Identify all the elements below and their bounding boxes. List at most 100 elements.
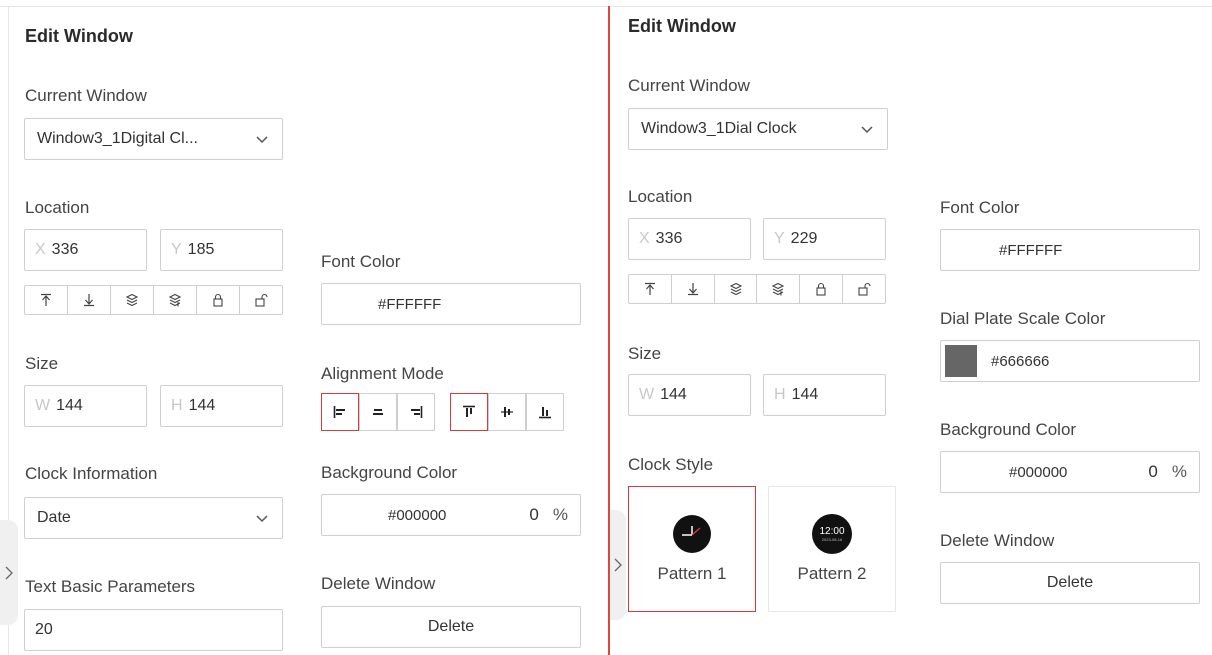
y-prefix: Y xyxy=(774,230,785,247)
size-label: Size xyxy=(25,354,59,373)
h-stepper[interactable] xyxy=(256,397,272,415)
clock-information-value: Date xyxy=(37,509,71,526)
chevron-down-icon xyxy=(254,131,270,147)
send-backward-icon[interactable] xyxy=(757,275,801,303)
lock-icon[interactable] xyxy=(197,286,240,314)
lock-icon[interactable] xyxy=(800,275,844,303)
align-bottom-button[interactable] xyxy=(526,393,564,431)
h-prefix: H xyxy=(774,386,786,403)
opacity-unit: % xyxy=(1171,462,1187,481)
font-color-label: Font Color xyxy=(940,198,1020,217)
clock-information-select[interactable]: Date xyxy=(24,497,283,539)
current-window-select[interactable]: Window3_1Dial Clock xyxy=(628,108,888,150)
background-color-input[interactable]: #000000 0 % xyxy=(940,451,1200,493)
size-h-input[interactable]: H 144 xyxy=(160,385,283,427)
background-color-input[interactable]: #000000 0 % xyxy=(321,494,581,536)
chevron-down-icon xyxy=(859,121,875,137)
font-color-value: #FFFFFF xyxy=(999,241,1063,259)
current-window-select[interactable]: Window3_1Digital Cl... xyxy=(24,118,283,160)
w-stepper[interactable] xyxy=(120,397,136,415)
background-color-value: #000000 xyxy=(388,506,447,524)
location-label: Location xyxy=(628,187,693,206)
bring-forward-icon[interactable] xyxy=(111,286,154,314)
current-window-label: Current Window xyxy=(25,86,147,105)
text-basic-parameters-label: Text Basic Parameters xyxy=(25,577,196,596)
background-color-value: #000000 xyxy=(1009,463,1068,481)
analog-clock-icon xyxy=(673,515,711,553)
background-color-label: Background Color xyxy=(321,463,458,482)
size-h-input[interactable]: H 144 xyxy=(763,374,886,416)
current-window-label: Current Window xyxy=(628,76,750,95)
y-stepper[interactable] xyxy=(859,230,875,248)
font-color-input[interactable]: #FFFFFF xyxy=(321,283,581,325)
x-stepper[interactable] xyxy=(120,241,136,259)
size-w-input[interactable]: W 144 xyxy=(24,385,147,427)
location-y-input[interactable]: Y 185 xyxy=(160,229,283,271)
current-window-value: Window3_1Digital Cl... xyxy=(37,130,198,147)
pattern-1-label: Pattern 1 xyxy=(657,564,727,583)
chevron-right-icon xyxy=(614,558,622,572)
size-w-input[interactable]: W 144 xyxy=(628,374,751,416)
layer-toolbar xyxy=(24,285,283,315)
h-stepper[interactable] xyxy=(859,386,875,404)
x-value: 336 xyxy=(51,241,79,258)
w-value: 144 xyxy=(660,386,687,403)
x-prefix: X xyxy=(639,230,650,247)
top-border xyxy=(0,6,1212,7)
page-title: Edit Window xyxy=(628,16,736,36)
align-left-button[interactable] xyxy=(321,393,359,431)
clock-information-label: Clock Information xyxy=(25,464,158,483)
location-label: Location xyxy=(25,198,90,217)
dial-plate-scale-color-value: #666666 xyxy=(991,352,1050,370)
h-prefix: H xyxy=(171,397,183,414)
digital-clock-date: 2023-08-16 xyxy=(821,537,843,542)
unlock-icon[interactable] xyxy=(843,275,885,303)
clock-style-label: Clock Style xyxy=(628,455,714,474)
layer-toolbar xyxy=(628,274,886,304)
align-middle-button[interactable] xyxy=(488,393,526,431)
w-stepper[interactable] xyxy=(724,386,740,404)
page-title: Edit Window xyxy=(25,26,133,46)
color-swatch[interactable] xyxy=(945,345,977,377)
size-label: Size xyxy=(628,344,662,363)
opacity-unit: % xyxy=(552,505,568,524)
send-to-back-icon[interactable] xyxy=(672,275,715,303)
collapse-handle[interactable] xyxy=(610,510,626,620)
send-to-back-icon[interactable] xyxy=(68,286,111,314)
pattern-1-option[interactable]: Pattern 1 xyxy=(628,486,756,612)
y-stepper[interactable] xyxy=(256,241,272,259)
delete-window-label: Delete Window xyxy=(940,531,1055,550)
delete-button[interactable]: Delete xyxy=(321,606,581,648)
location-x-input[interactable]: X 336 xyxy=(628,218,751,260)
w-prefix: W xyxy=(639,386,655,403)
font-color-input[interactable]: #FFFFFF xyxy=(940,229,1200,271)
background-color-label: Background Color xyxy=(940,420,1077,439)
location-y-input[interactable]: Y 229 xyxy=(763,218,886,260)
background-opacity-value[interactable]: 0 xyxy=(529,505,538,525)
y-value: 185 xyxy=(187,241,215,258)
delete-button[interactable]: Delete xyxy=(940,562,1200,604)
align-top-button[interactable] xyxy=(450,393,488,431)
bring-forward-icon[interactable] xyxy=(715,275,758,303)
text-size-stepper[interactable] xyxy=(256,621,272,639)
align-center-h-button[interactable] xyxy=(359,393,397,431)
location-x-input[interactable]: X 336 xyxy=(24,229,147,271)
y-value: 229 xyxy=(790,230,818,247)
background-opacity-value[interactable]: 0 xyxy=(1148,462,1157,482)
unlock-icon[interactable] xyxy=(240,286,282,314)
send-backward-icon[interactable] xyxy=(154,286,197,314)
h-value: 144 xyxy=(188,397,216,414)
x-stepper[interactable] xyxy=(724,230,740,248)
bring-to-front-icon[interactable] xyxy=(25,286,68,314)
current-window-value: Window3_1Dial Clock xyxy=(641,120,797,137)
font-color-label: Font Color xyxy=(321,252,401,271)
dial-plate-scale-color-input[interactable]: #666666 xyxy=(940,340,1200,382)
chevron-down-icon xyxy=(254,510,270,526)
bring-to-front-icon[interactable] xyxy=(629,275,672,303)
collapse-handle[interactable] xyxy=(0,520,18,625)
y-prefix: Y xyxy=(171,241,182,258)
text-basic-parameters-input[interactable]: 20 xyxy=(24,609,283,651)
w-prefix: W xyxy=(35,397,51,414)
align-right-button[interactable] xyxy=(397,393,435,431)
pattern-2-option[interactable]: 12:00 2023-08-16 Pattern 2 xyxy=(768,486,896,612)
